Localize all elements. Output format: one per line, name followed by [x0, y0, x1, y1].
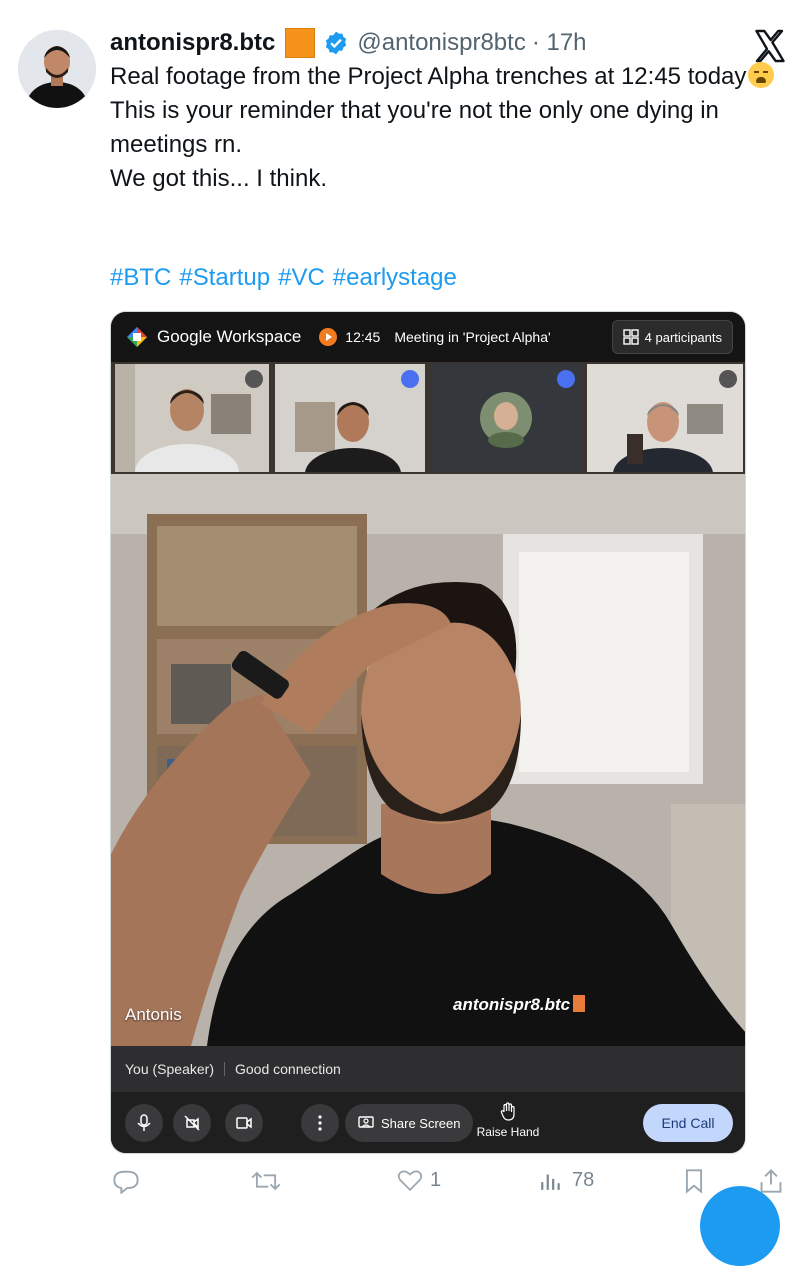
shirt-text: antonispr8.btc [453, 995, 571, 1014]
speaker-name-label: Antonis [125, 1005, 182, 1024]
tweet-line-2: This is your reminder that you're not th… [110, 97, 719, 158]
camera-off-button[interactable] [173, 1104, 211, 1142]
participant-tile-3[interactable] [431, 364, 581, 472]
avatar[interactable] [18, 30, 96, 108]
connection-quality: Good connection [234, 1061, 341, 1077]
speaker-role: You (Speaker) [125, 1061, 214, 1077]
brand-google: Google [157, 327, 212, 346]
tweet-line-1-text: Real footage from the Project Alpha tren… [110, 63, 747, 90]
hashtag-startup[interactable]: #Startup [179, 264, 270, 291]
more-icon [318, 1115, 322, 1131]
like-count: 1 [430, 1168, 442, 1191]
participant-tile-2[interactable] [275, 364, 425, 472]
verified-badge-icon [326, 31, 347, 55]
recording-icon [319, 328, 338, 346]
share-screen-icon [358, 1116, 374, 1128]
like-icon [397, 1170, 423, 1192]
hashtag-earlystage[interactable]: #earlystage [333, 264, 457, 291]
meeting-controls: Share Screen Raise Hand End Call [111, 1092, 745, 1153]
hashtags: #BTC #Startup #VC #earlystage [110, 264, 465, 292]
video-button[interactable] [225, 1104, 263, 1142]
video-icon [236, 1117, 252, 1129]
bitcoin-orange-square [285, 28, 316, 58]
tweet-header: antonispr8.btc @antonispr8btc · 17h [110, 28, 587, 58]
tile-status-icon [401, 370, 419, 388]
tweet-actions: 1 78 [0, 1168, 805, 1200]
raise-hand-label: Raise Hand [476, 1125, 540, 1139]
brand-workspace: Workspace [211, 327, 302, 346]
shirt-orange-square [573, 995, 586, 1012]
more-options-button[interactable] [301, 1104, 339, 1142]
raise-hand-button[interactable]: Raise Hand [473, 1102, 543, 1139]
tile-status-icon [719, 370, 737, 388]
mic-icon [137, 1114, 151, 1131]
tile-status-icon [557, 370, 575, 388]
display-name[interactable]: antonispr8.btc [110, 29, 275, 57]
participant-tile-4[interactable] [587, 364, 743, 472]
compose-fab[interactable] [700, 1186, 780, 1266]
participants-count: 4 participants [644, 329, 722, 345]
hashtag-btc[interactable]: #BTC [110, 264, 171, 291]
end-call-button[interactable]: End Call [643, 1104, 733, 1142]
x-logo-icon [755, 29, 785, 63]
weary-face-emoji-icon [748, 62, 775, 88]
hashtag-vc[interactable]: #VC [278, 264, 325, 291]
meeting-time: 12:45 [345, 329, 381, 345]
views-icon [541, 1174, 560, 1190]
bookmark-button[interactable] [682, 1168, 706, 1194]
share-button[interactable] [758, 1168, 784, 1194]
reply-button[interactable] [112, 1168, 140, 1194]
tile-status-icon [245, 370, 263, 388]
tweet-line-1: Real footage from the Project Alpha tren… [110, 60, 790, 94]
grid-icon [622, 329, 639, 345]
shirt-logo-text: antonispr8.btc [453, 995, 586, 1015]
participant-tile-1[interactable] [115, 364, 269, 472]
status-divider [223, 1062, 225, 1076]
meeting-top-bar: Google Workspace 12:45 Meeting in 'Proje… [111, 312, 745, 362]
reply-icon [113, 1170, 139, 1194]
share-icon [760, 1169, 782, 1193]
tweet-text: Real footage from the Project Alpha tren… [110, 60, 790, 196]
share-screen-label: Share Screen [381, 1115, 461, 1131]
main-speaker-video [111, 474, 745, 1046]
workspace-brand: Google Workspace [157, 327, 301, 347]
retweet-button[interactable] [250, 1168, 282, 1194]
bookmark-icon [685, 1169, 703, 1194]
timestamp[interactable]: · 17h [532, 29, 587, 57]
views-count: 78 [572, 1168, 595, 1191]
like-button[interactable]: 1 [396, 1168, 441, 1192]
participants-button[interactable]: 4 participants [611, 320, 733, 354]
connection-status-bar: You (Speaker) Good connection [111, 1046, 745, 1092]
participant-thumbnails [111, 362, 745, 474]
google-workspace-logo-icon [127, 327, 147, 347]
handle[interactable]: @antonispr8btc [357, 29, 525, 57]
share-screen-button[interactable]: Share Screen [345, 1104, 473, 1142]
tweet-media-image[interactable]: Google Workspace 12:45 Meeting in 'Proje… [110, 311, 746, 1154]
retweet-icon [251, 1171, 281, 1191]
mic-button[interactable] [125, 1104, 163, 1142]
tweet-line-3: We got this... I think. [110, 165, 327, 192]
camera-off-icon [184, 1115, 200, 1131]
views-button[interactable]: 78 [538, 1168, 594, 1192]
meeting-title: Meeting in 'Project Alpha' [394, 329, 551, 345]
raise-hand-icon [500, 1102, 515, 1121]
